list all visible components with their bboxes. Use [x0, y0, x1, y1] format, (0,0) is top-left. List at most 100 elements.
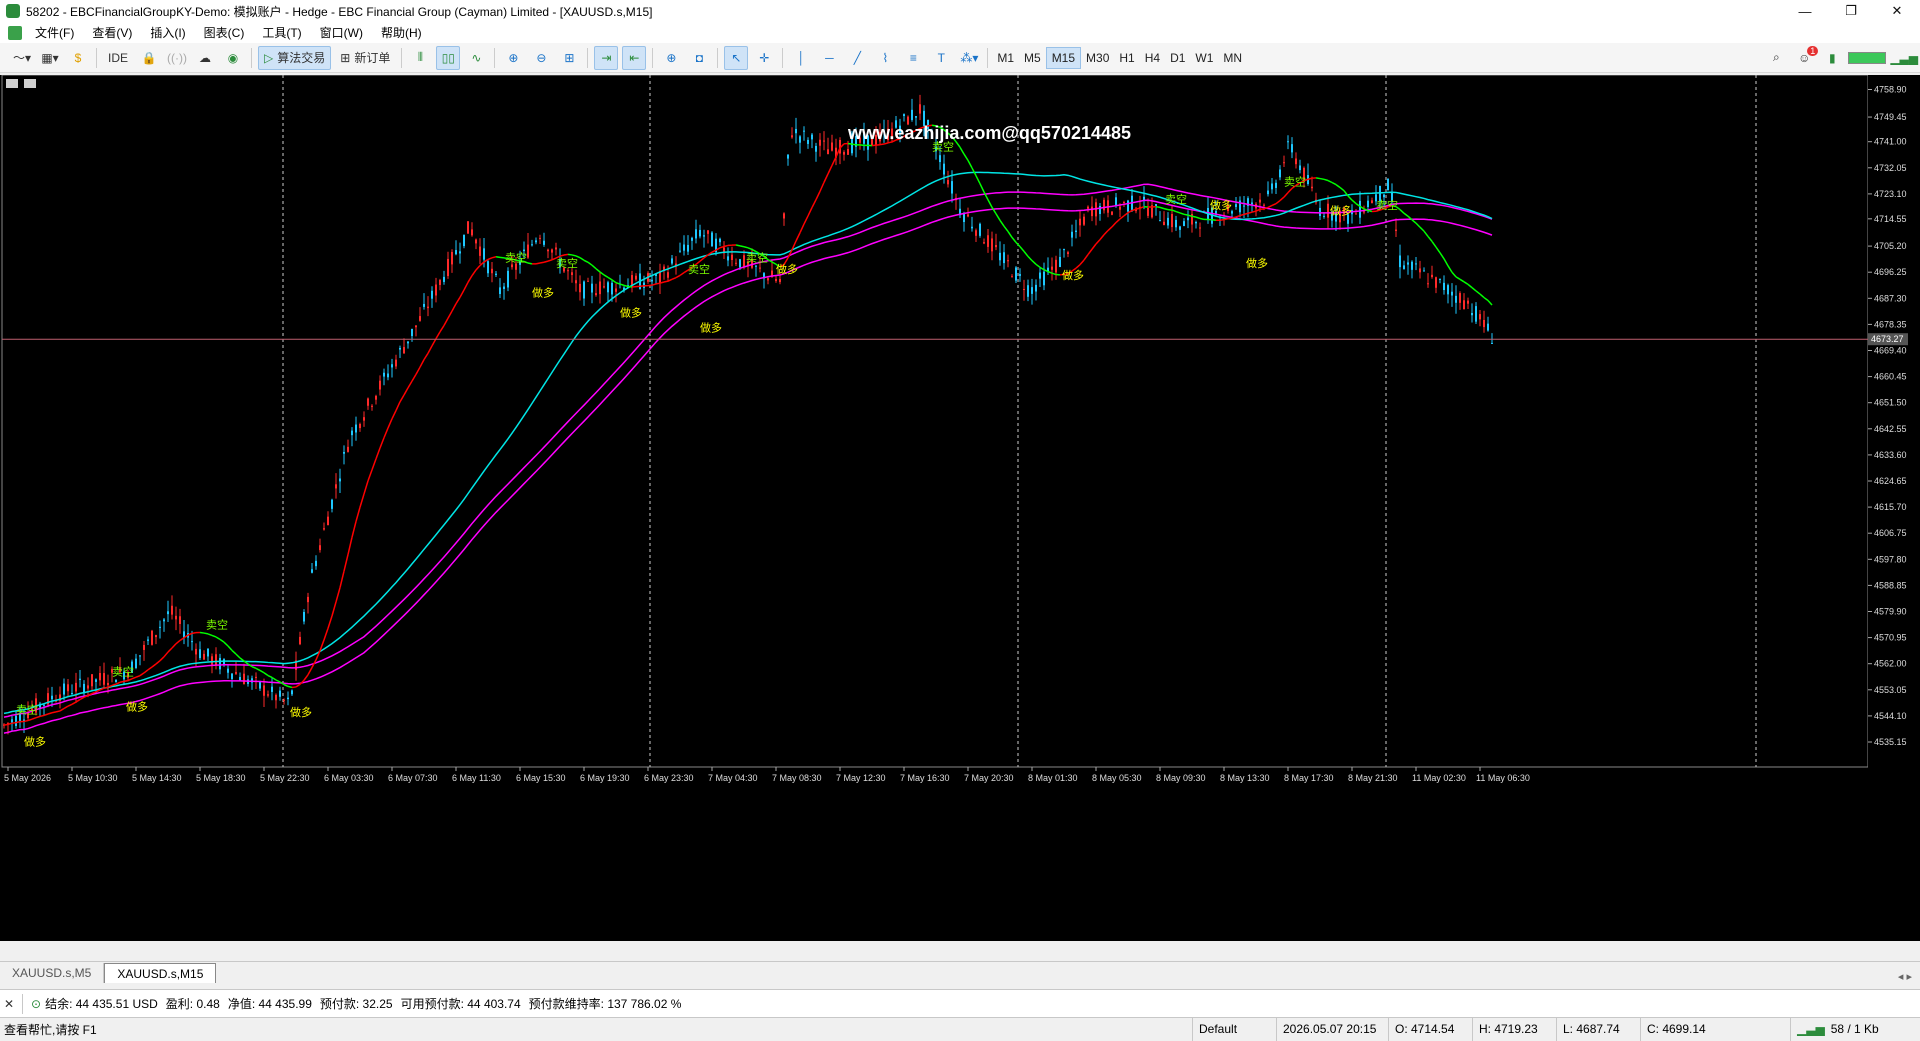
line-chart-icon[interactable]: ∿ — [464, 46, 488, 70]
cloud-icon[interactable]: ☁ — [193, 46, 217, 70]
candle-body — [1451, 292, 1453, 296]
text-icon[interactable]: T — [929, 46, 953, 70]
menu-app-icon[interactable] — [8, 26, 22, 40]
candle-body — [1179, 226, 1181, 229]
candle-body — [999, 253, 1001, 260]
timeframe-m30[interactable]: M30 — [1081, 47, 1114, 69]
search-icon[interactable]: ⌕ — [1764, 46, 1788, 70]
tools-icon[interactable]: ⌇ — [873, 46, 897, 70]
crosshair-icon[interactable]: ✛ — [752, 46, 776, 70]
chart-canvas[interactable]: 4758.904749.454741.004732.054723.104714.… — [0, 75, 1920, 941]
vertical-line-icon[interactable]: │ — [789, 46, 813, 70]
ma-fast-segment — [488, 258, 492, 260]
menu-file[interactable]: 文件(F) — [26, 24, 83, 41]
ma-fast-segment — [572, 255, 576, 256]
lock-icon[interactable]: 🔒 — [137, 46, 161, 70]
candle-body — [1251, 203, 1253, 205]
candle-body — [939, 155, 941, 162]
algo-trading-button[interactable]: ▷ 算法交易 — [258, 46, 331, 70]
time-tick-label: 6 May 07:30 — [388, 773, 438, 783]
candle-body — [483, 248, 485, 259]
candle-body — [667, 272, 669, 278]
ma-fast-segment — [264, 673, 268, 676]
tab-scroll-icon[interactable]: ◂ ▸ — [1890, 970, 1920, 983]
autoscroll-icon[interactable]: ⇥ — [594, 46, 618, 70]
ma-fast-segment — [192, 633, 196, 634]
menu-help[interactable]: 帮助(H) — [372, 24, 431, 41]
timeframe-d1[interactable]: D1 — [1165, 47, 1190, 69]
tab-xauusd-m15[interactable]: XAUUSD.s,M15 — [104, 963, 216, 983]
notifications-icon[interactable]: ☺1 — [1792, 46, 1816, 70]
ma-fast-segment — [104, 687, 108, 688]
candle-body — [699, 230, 701, 236]
chart-template-icon[interactable]: ▦▾ — [38, 46, 62, 70]
minimize-button[interactable]: — — [1782, 0, 1828, 22]
timeframe-h1[interactable]: H1 — [1114, 47, 1139, 69]
free-margin-text: 可用预付款: 44 403.74 — [401, 995, 521, 1012]
restore-button[interactable]: ❐ — [1828, 0, 1874, 22]
ma-fast-segment — [700, 258, 704, 261]
candle-body — [511, 264, 513, 267]
candle-body — [359, 424, 361, 428]
menu-insert[interactable]: 插入(I) — [141, 24, 194, 41]
candle-body — [339, 479, 341, 482]
ma-fast-segment — [72, 702, 76, 704]
timeframe-mn[interactable]: MN — [1218, 47, 1247, 69]
channel-icon[interactable]: ≡ — [901, 46, 925, 70]
menu-tools[interactable]: 工具(T) — [253, 24, 310, 41]
timeframe-h4[interactable]: H4 — [1140, 47, 1165, 69]
candle-body — [499, 287, 501, 294]
candlestick-icon[interactable]: ▯▯ — [436, 46, 460, 70]
market-icon[interactable]: $ — [66, 46, 90, 70]
zoom-in-icon[interactable]: ⊕ — [501, 46, 525, 70]
price-chart[interactable]: 4758.904749.454741.004732.054723.104714.… — [0, 75, 1920, 941]
timeframe-m15[interactable]: M15 — [1046, 47, 1081, 69]
candle-body — [719, 239, 721, 242]
indicators-icon[interactable]: ⊕ — [659, 46, 683, 70]
candle-body — [1323, 216, 1325, 217]
ide-button[interactable]: IDE — [103, 46, 133, 70]
tile-windows-icon[interactable]: ⊞ — [557, 46, 581, 70]
shapes-icon[interactable]: ⁂▾ — [957, 46, 981, 70]
bar-chart-icon[interactable]: ⫴ — [408, 46, 432, 70]
ma-fast-segment — [28, 719, 32, 720]
timeframe-w1[interactable]: W1 — [1190, 47, 1218, 69]
candle-body — [963, 214, 965, 222]
ma-fast-segment — [232, 650, 236, 654]
candle-body — [75, 683, 77, 692]
ma-fast-segment — [1200, 218, 1204, 219]
candle-body — [535, 240, 537, 242]
close-panel-icon[interactable]: ✕ — [0, 997, 18, 1011]
trendline-icon[interactable]: ╱ — [845, 46, 869, 70]
menu-view[interactable]: 查看(V) — [83, 24, 141, 41]
price-tick-label: 4570.95 — [1874, 633, 1907, 643]
screenshot-icon[interactable]: ◘ — [687, 46, 711, 70]
menu-window[interactable]: 窗口(W) — [311, 24, 372, 41]
timeframe-m1[interactable]: M1 — [992, 47, 1019, 69]
candle-body — [507, 271, 509, 288]
timeframe-m5[interactable]: M5 — [1019, 47, 1046, 69]
tab-xauusd-m5[interactable]: XAUUSD.s,M5 — [0, 963, 104, 983]
horizontal-line-icon[interactable]: ─ — [817, 46, 841, 70]
ma-fast-segment — [40, 715, 44, 716]
time-tick-label: 6 May 11:30 — [452, 773, 501, 783]
close-button[interactable]: ✕ — [1874, 0, 1920, 22]
time-tick-label: 8 May 17:30 — [1284, 773, 1334, 783]
candle-body — [1163, 222, 1165, 225]
candle-body — [51, 696, 53, 700]
ma-fast-segment — [200, 632, 204, 633]
candle-body — [283, 700, 285, 701]
candle-body — [679, 251, 681, 252]
chart-shift-icon[interactable]: ⇤ — [622, 46, 646, 70]
new-order-button[interactable]: ⊞ 新订单 — [335, 46, 395, 70]
cursor-icon[interactable]: ↖ — [724, 46, 748, 70]
buy-signal-label: 做多 — [290, 705, 312, 719]
chart-type-icon[interactable]: 〜▾ — [10, 46, 34, 70]
globe-icon[interactable]: ◉ — [221, 46, 245, 70]
ma-fast-segment — [376, 448, 380, 459]
menu-charts[interactable]: 图表(C) — [195, 24, 254, 41]
ma-fast-segment — [880, 144, 884, 145]
signal-icon[interactable]: ((·)) — [165, 46, 189, 70]
zoom-out-icon[interactable]: ⊖ — [529, 46, 553, 70]
ma-fast-segment — [1436, 247, 1440, 253]
